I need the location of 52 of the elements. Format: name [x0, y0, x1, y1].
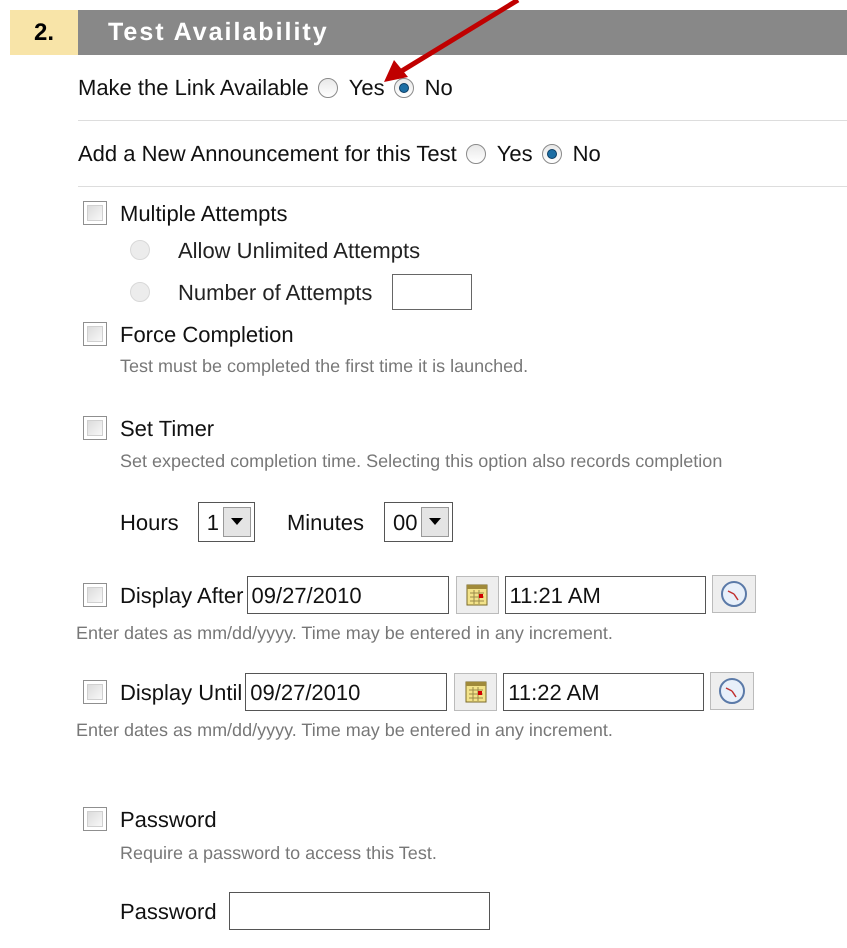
password-field[interactable]	[228, 892, 490, 930]
time-field[interactable]: 11:22 AM	[503, 673, 704, 711]
dropdown[interactable]: 1	[198, 502, 255, 542]
section-number: 2.	[10, 10, 78, 55]
clock-icon	[720, 580, 748, 608]
choice-label: Number of Attempts	[178, 278, 372, 307]
calendar-button[interactable]	[454, 673, 498, 711]
radio-label: Yes	[348, 74, 385, 102]
caret-icon	[421, 507, 450, 537]
description: Test must be completed the first time it is launched.	[120, 355, 530, 378]
checkbox[interactable]	[83, 583, 107, 607]
option-label: Display After	[120, 582, 244, 610]
attempts-field[interactable]	[392, 274, 472, 310]
choice-label: Allow Unlimited Attempts	[178, 236, 420, 265]
checkbox[interactable]	[83, 680, 107, 704]
clock-button[interactable]	[712, 574, 756, 612]
hours-label: Hours	[120, 508, 179, 536]
clock-button[interactable]	[710, 672, 754, 710]
radio-button[interactable]	[466, 144, 486, 164]
calendar-button[interactable]	[456, 576, 498, 614]
description: Enter dates as mm/dd/yyyy. Time may be entered in any increment.	[76, 622, 614, 645]
question-label: Add a New Announcement for this Test	[78, 140, 457, 168]
section-title: Test Availability	[78, 10, 847, 55]
option-label: Display Until	[120, 678, 242, 707]
checkbox[interactable]	[83, 322, 107, 346]
calendar-icon	[464, 681, 487, 703]
option-label: Password	[120, 806, 217, 834]
radio-label: Yes	[496, 140, 533, 168]
option-label: Multiple Attempts	[120, 200, 288, 228]
calendar-icon	[466, 584, 488, 606]
option-label: Set Timer	[120, 414, 214, 442]
checkbox[interactable]	[83, 807, 107, 831]
radio-label: No	[572, 140, 601, 168]
radio-button[interactable]	[394, 78, 414, 98]
minutes-label: Minutes	[286, 508, 364, 536]
option-label: Force Completion	[120, 320, 294, 349]
radio-button[interactable]	[542, 144, 562, 164]
description: Require a password to access this Test.	[120, 842, 438, 865]
radio-button[interactable]	[318, 78, 338, 98]
date-field[interactable]: 09/27/2010	[245, 673, 448, 711]
description: Enter dates as mm/dd/yyyy. Time may be entered in any increment.	[76, 719, 614, 742]
password-label: Password	[120, 898, 217, 926]
description: Set expected completion time. Selecting this option also records completion	[120, 450, 724, 473]
date-field[interactable]: 09/27/2010	[246, 576, 448, 614]
question-label: Make the Link Available	[78, 74, 309, 102]
checkbox[interactable]	[83, 416, 107, 440]
clock-icon	[718, 676, 746, 704]
time-field[interactable]: 11:21 AM	[504, 576, 706, 614]
dropdown[interactable]: 00	[384, 502, 454, 542]
caret-icon	[222, 507, 251, 537]
radio-label: No	[424, 74, 453, 102]
checkbox[interactable]	[83, 201, 107, 225]
